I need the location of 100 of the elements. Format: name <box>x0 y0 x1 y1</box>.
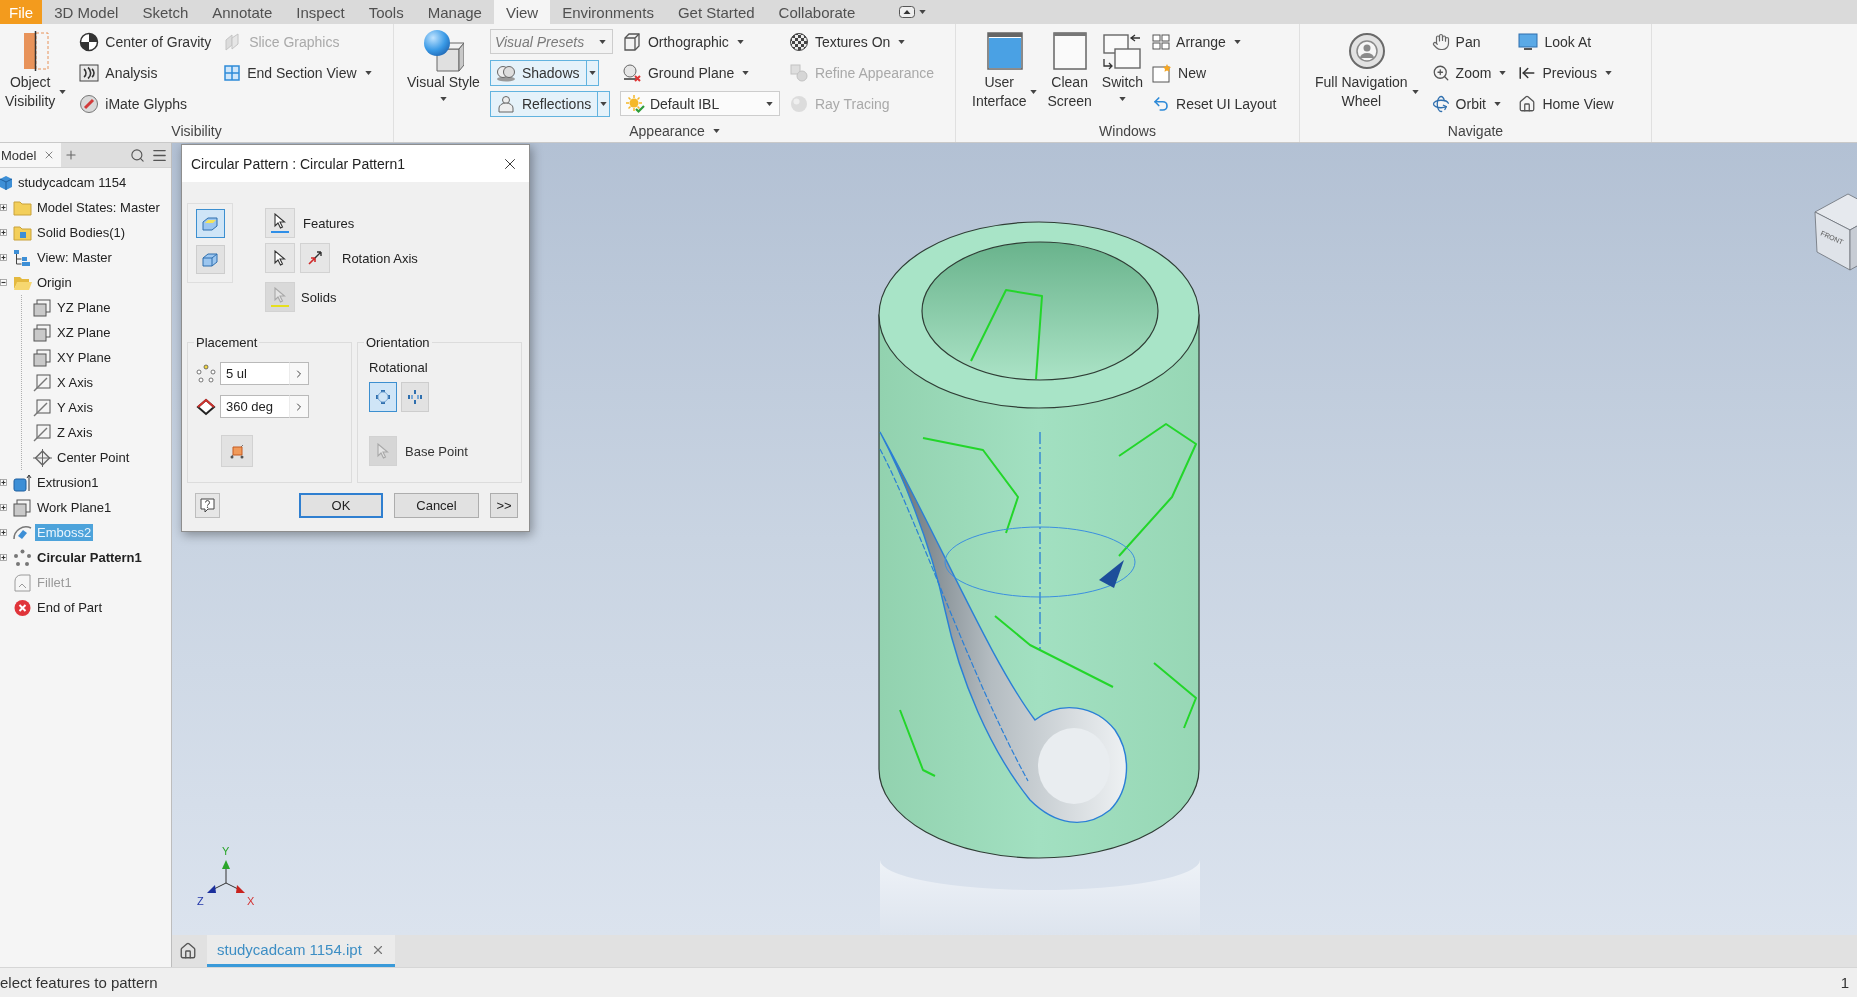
ribbon-button[interactable]: End Section View <box>221 57 374 88</box>
view-cube[interactable] <box>1814 193 1857 271</box>
tree-item[interactable]: Extrusion1 <box>35 474 101 491</box>
ribbon-large-button[interactable]: Visual Style <box>404 26 483 101</box>
ribbon-button[interactable]: Textures On <box>786 26 936 57</box>
diamond-icon <box>196 396 216 417</box>
ribbon-button[interactable]: Home View <box>1516 88 1616 119</box>
tree-item[interactable]: Y Axis <box>55 399 95 416</box>
mode-button[interactable] <box>195 209 225 238</box>
tree-item[interactable]: Model States: Master <box>35 199 162 216</box>
tree-item[interactable]: Work Plane1 <box>35 499 114 516</box>
midplane-button[interactable] <box>221 435 253 467</box>
ribbon-button[interactable]: Orbit <box>1429 88 1509 119</box>
menu-tab[interactable]: Inspect <box>284 0 357 24</box>
dialog-button[interactable]: >> <box>490 493 518 518</box>
tree-item[interactable]: Center Point <box>55 449 132 466</box>
ribbon-toggle-button[interactable]: Shadows <box>489 59 587 86</box>
axis-label: Y <box>222 845 230 857</box>
axis-label: Z <box>197 895 204 907</box>
angle-field[interactable]: 360 deg <box>220 395 289 418</box>
cursor-icon <box>273 213 287 229</box>
plane-icon <box>33 323 52 342</box>
cursor-icon <box>376 443 390 459</box>
menu-tab[interactable]: Manage <box>415 0 494 24</box>
ribbon-button[interactable]: Center of Gravity <box>77 26 214 57</box>
menu-tab[interactable]: Environments <box>550 0 666 24</box>
plane-icon <box>33 298 52 317</box>
ribbon-large-button[interactable]: Switch <box>1098 26 1147 101</box>
ribbon-button[interactable]: Ground Plane <box>619 57 780 88</box>
orientation-button[interactable] <box>401 382 429 412</box>
tree-item[interactable]: Origin <box>35 274 74 291</box>
mode-button[interactable] <box>195 245 225 274</box>
tree-item[interactable]: View: Master <box>35 249 114 266</box>
dot-ring-icon <box>13 548 32 567</box>
sun-check-icon <box>624 93 645 114</box>
ribbon-button[interactable]: Reset UI Layout <box>1150 88 1279 119</box>
ribbon-large-button[interactable]: Full Navigation Wheel <box>1312 26 1422 111</box>
checker-disc-icon <box>788 31 809 52</box>
ribbon-toggle-button[interactable]: Reflections <box>489 90 599 117</box>
folder-cube-icon <box>13 223 32 242</box>
ribbon-button[interactable]: Arrange <box>1150 26 1279 57</box>
select-button[interactable] <box>265 243 295 273</box>
status-count: 1 <box>1840 974 1849 991</box>
axis-icon <box>33 423 52 442</box>
select-button[interactable] <box>265 208 295 238</box>
menu-tab[interactable]: Collaborate <box>766 0 868 24</box>
tree-item[interactable]: X Axis <box>55 374 96 391</box>
ribbon-button[interactable]: iMate Glyphs <box>77 88 214 119</box>
tree-item[interactable]: XY Plane <box>55 349 113 366</box>
ribbon-button[interactable]: Orthographic <box>619 26 780 57</box>
expand-button[interactable] <box>289 395 309 418</box>
ribbon-button[interactable]: Previous <box>1516 57 1616 88</box>
slashed-disc-icon <box>79 93 100 114</box>
tree-item[interactable]: XZ Plane <box>55 324 113 341</box>
tree-item[interactable]: Circular Pattern1 <box>35 549 144 566</box>
ribbon-button[interactable]: New <box>1150 57 1279 88</box>
tree-item[interactable]: Solid Bodies(1) <box>35 224 128 241</box>
ribbon-button[interactable]: Pan <box>1429 26 1509 57</box>
selection-label: Solids <box>301 289 337 305</box>
person-disc-icon <box>1347 31 1386 70</box>
ribbon-button[interactable]: Look At <box>1516 26 1616 57</box>
plane-icon <box>33 348 52 367</box>
plane-icon <box>13 498 32 517</box>
tree-item[interactable]: studycadcam 1154 <box>16 174 129 191</box>
ribbon-dropdown[interactable]: Visual Presets <box>489 29 613 54</box>
menu-tab[interactable]: View <box>493 0 551 24</box>
tile-grid-icon <box>1152 32 1171 51</box>
ribbon-large-button[interactable]: Object Visibility <box>2 26 70 111</box>
search-icon <box>130 147 145 163</box>
count-field[interactable]: 5 ul <box>220 362 289 385</box>
menu-tab[interactable]: Sketch <box>130 0 201 24</box>
dialog-button[interactable]: Cancel <box>394 493 479 518</box>
browser-tab[interactable]: Model <box>0 143 62 167</box>
window-icon <box>1052 31 1087 70</box>
tree-item[interactable]: YZ Plane <box>55 299 113 316</box>
expand-button[interactable] <box>289 362 309 385</box>
flip-button[interactable] <box>300 243 330 273</box>
menu-tab[interactable]: Get Started <box>665 0 767 24</box>
caret-icon <box>766 101 774 106</box>
menu-tab[interactable]: 3D Model <box>42 0 131 24</box>
ribbon-dropdown[interactable]: Default IBL <box>619 91 780 116</box>
orientation-button[interactable] <box>369 382 397 412</box>
status-message: elect features to pattern <box>0 974 158 991</box>
ribbon-large-button[interactable]: User Interface <box>969 26 1041 111</box>
ribbon-large-button[interactable]: Clean Screen <box>1044 26 1095 111</box>
ring-pattern-icon <box>375 389 391 405</box>
orientation-label: Rotational <box>369 360 428 375</box>
error-icon <box>13 598 32 617</box>
quartered-disc-icon <box>79 31 100 52</box>
ribbon-button[interactable]: Analysis <box>77 57 214 88</box>
orbit-icon <box>1431 94 1450 113</box>
dots-ring-icon <box>196 363 216 384</box>
menu-tab[interactable]: Tools <box>356 0 416 24</box>
ribbon-button[interactable]: Zoom <box>1429 57 1509 88</box>
menu-tab[interactable]: Annotate <box>200 0 285 24</box>
tree-item[interactable]: Z Axis <box>55 424 95 441</box>
help-button[interactable] <box>195 493 220 518</box>
tree-item[interactable]: End of Part <box>35 599 105 616</box>
split-dropdown-button[interactable] <box>598 90 611 117</box>
dialog-button[interactable]: OK <box>299 493 383 518</box>
